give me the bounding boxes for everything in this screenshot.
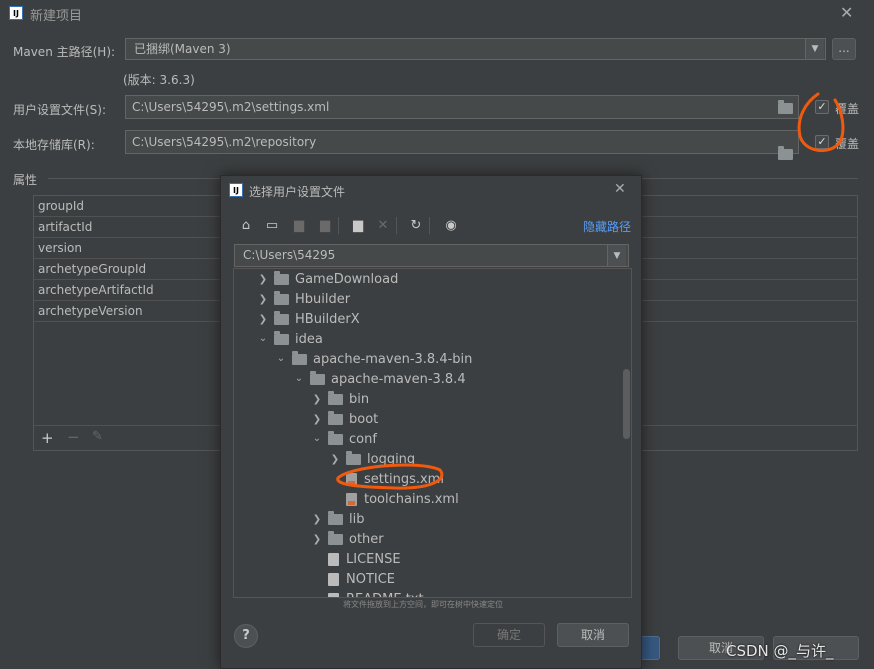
settings-annotation-circle	[336, 463, 444, 490]
checkbox-annotation-circle	[797, 92, 845, 152]
annotation-overlay	[336, 92, 845, 490]
